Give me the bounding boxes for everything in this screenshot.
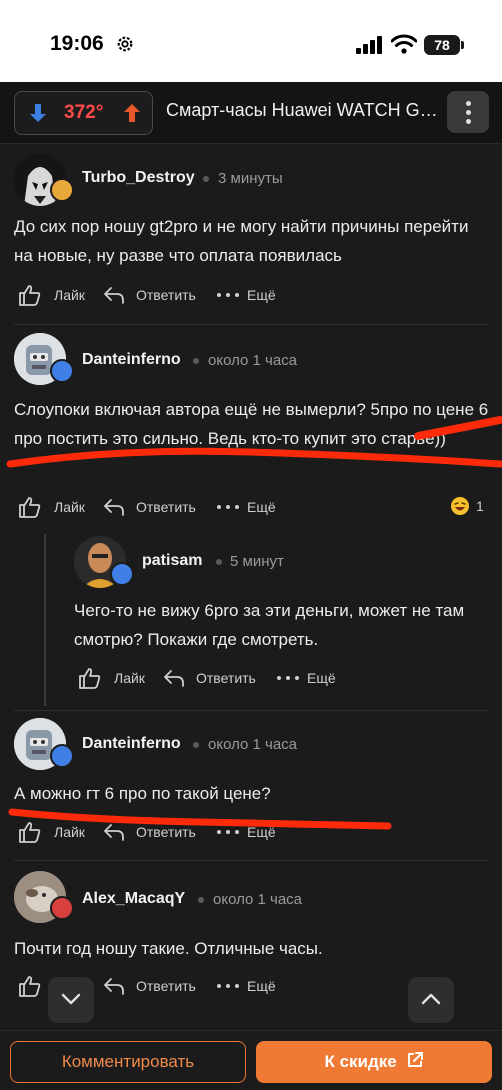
like-button[interactable]: Лайк xyxy=(54,824,85,840)
more-dots-icon[interactable] xyxy=(276,673,300,683)
chevron-down-icon xyxy=(61,993,81,1005)
comment-actions: Лайк Ответить Ещё xyxy=(78,667,378,691)
reply-icon[interactable] xyxy=(103,497,125,517)
vote-box: 372° xyxy=(14,91,153,135)
comment: Turbo_Destroy 3 минуты До сих пор ношу g… xyxy=(0,144,502,324)
more-button[interactable]: Ещё xyxy=(247,287,276,303)
like-button[interactable]: Лайк xyxy=(114,670,145,686)
reply-icon[interactable] xyxy=(103,285,125,305)
comment-actions: Лайк Ответить Ещё xyxy=(18,821,318,845)
rank-badge-icon xyxy=(50,744,74,768)
like-icon[interactable] xyxy=(18,284,42,306)
reply-button[interactable]: Ответить xyxy=(136,824,196,840)
go-to-deal-button[interactable]: К скидке xyxy=(256,1041,492,1083)
reply-button[interactable]: Ответить xyxy=(136,287,196,303)
deal-temperature: 372° xyxy=(64,102,104,123)
comment-time: около 1 часа xyxy=(213,891,303,908)
reply-button[interactable]: Ответить xyxy=(196,670,256,686)
separator-dot xyxy=(198,897,204,903)
comment-actions: Лайк Ответить Ещё xyxy=(18,284,318,308)
comment-text: А можно гт 6 про по такой цене? xyxy=(14,784,271,803)
reply-comment: patisam 5 минут Чего-то не вижу 6pro за … xyxy=(60,534,502,704)
comment-text: Почти год ношу такие. Отличные часы. xyxy=(14,939,323,958)
scroll-up-button[interactable] xyxy=(408,977,454,1023)
like-icon[interactable] xyxy=(18,975,42,997)
more-options-button[interactable] xyxy=(447,91,489,133)
status-time: 19:06 xyxy=(50,32,104,55)
comment-author[interactable]: Alex_MacaqY xyxy=(82,890,185,908)
comment: Danteinferno около 1 часа А можно гт 6 п… xyxy=(0,711,502,861)
comment-text: До сих пор ношу gt2pro и не могу найти п… xyxy=(14,217,469,265)
rank-badge-icon xyxy=(50,178,74,202)
scroll-down-button[interactable] xyxy=(48,977,94,1023)
more-dots-icon[interactable] xyxy=(216,502,240,512)
rank-badge-icon xyxy=(110,562,134,586)
more-button[interactable]: Ещё xyxy=(247,824,276,840)
battery-indicator: 78 xyxy=(424,35,460,55)
kebab-dot xyxy=(466,110,471,115)
more-button[interactable]: Ещё xyxy=(247,978,276,994)
reply-button[interactable]: Ответить xyxy=(136,499,196,515)
cellular-signal-icon xyxy=(356,36,382,54)
comment-actions: Лайк Ответить Ещё xyxy=(18,496,318,520)
go-to-deal-label: К скидке xyxy=(324,1052,397,1071)
comment: Danteinferno около 1 часа Слоупоки включ… xyxy=(0,325,502,525)
separator-dot xyxy=(193,742,199,748)
kebab-dot xyxy=(466,101,471,106)
bottom-action-bar: Комментировать К скидке xyxy=(0,1030,502,1090)
like-button[interactable]: Лайк xyxy=(54,499,85,515)
like-icon[interactable] xyxy=(18,496,42,518)
reaction-count: 1 xyxy=(476,498,484,514)
comment-time: 3 минуты xyxy=(218,170,283,187)
status-bar: 19:06 78 xyxy=(0,0,502,82)
vote-up-icon[interactable] xyxy=(121,102,143,124)
comment-author[interactable]: patisam xyxy=(142,552,202,570)
like-icon[interactable] xyxy=(78,667,102,689)
deal-header: 372° Смарт-часы Huawei WATCH GT 6 Pro xyxy=(0,82,502,144)
reply-icon[interactable] xyxy=(103,976,125,996)
gear-icon xyxy=(117,36,133,52)
reaction[interactable]: 1 xyxy=(450,496,490,518)
rank-badge-icon xyxy=(50,896,74,920)
more-button[interactable]: Ещё xyxy=(307,670,336,686)
reply-icon[interactable] xyxy=(103,822,125,842)
like-icon[interactable] xyxy=(18,821,42,843)
rank-badge-icon xyxy=(50,359,74,383)
more-dots-icon[interactable] xyxy=(216,981,240,991)
more-dots-icon[interactable] xyxy=(216,290,240,300)
comment-text: Слоупоки включая автора ещё не вымерли? … xyxy=(14,400,489,448)
chevron-up-icon xyxy=(421,993,441,1005)
like-button[interactable]: Лайк xyxy=(54,287,85,303)
laughing-emoji-icon xyxy=(451,497,469,515)
comment-author[interactable]: Turbo_Destroy xyxy=(82,169,195,187)
wifi-icon xyxy=(391,34,417,54)
reply-button[interactable]: Ответить xyxy=(136,978,196,994)
external-link-icon xyxy=(407,1052,423,1067)
separator-dot xyxy=(216,559,222,565)
vote-down-icon[interactable] xyxy=(27,102,49,124)
thread-line xyxy=(44,534,46,706)
separator-dot xyxy=(203,176,209,182)
comment-time: 5 минут xyxy=(230,553,284,570)
comment-time: около 1 часа xyxy=(208,352,298,369)
more-button[interactable]: Ещё xyxy=(247,499,276,515)
battery-tip xyxy=(461,41,464,49)
comment-text: Чего-то не вижу 6pro за эти деньги, може… xyxy=(74,601,465,649)
separator-dot xyxy=(193,358,199,364)
kebab-dot xyxy=(466,119,471,124)
comment-author[interactable]: Danteinferno xyxy=(82,351,181,369)
reply-icon[interactable] xyxy=(163,668,185,688)
comment-button[interactable]: Комментировать xyxy=(10,1041,246,1083)
more-dots-icon[interactable] xyxy=(216,827,240,837)
comment-time: около 1 часа xyxy=(208,736,298,753)
comment-author[interactable]: Danteinferno xyxy=(82,735,181,753)
deal-title[interactable]: Смарт-часы Huawei WATCH GT 6 Pro xyxy=(166,100,444,121)
